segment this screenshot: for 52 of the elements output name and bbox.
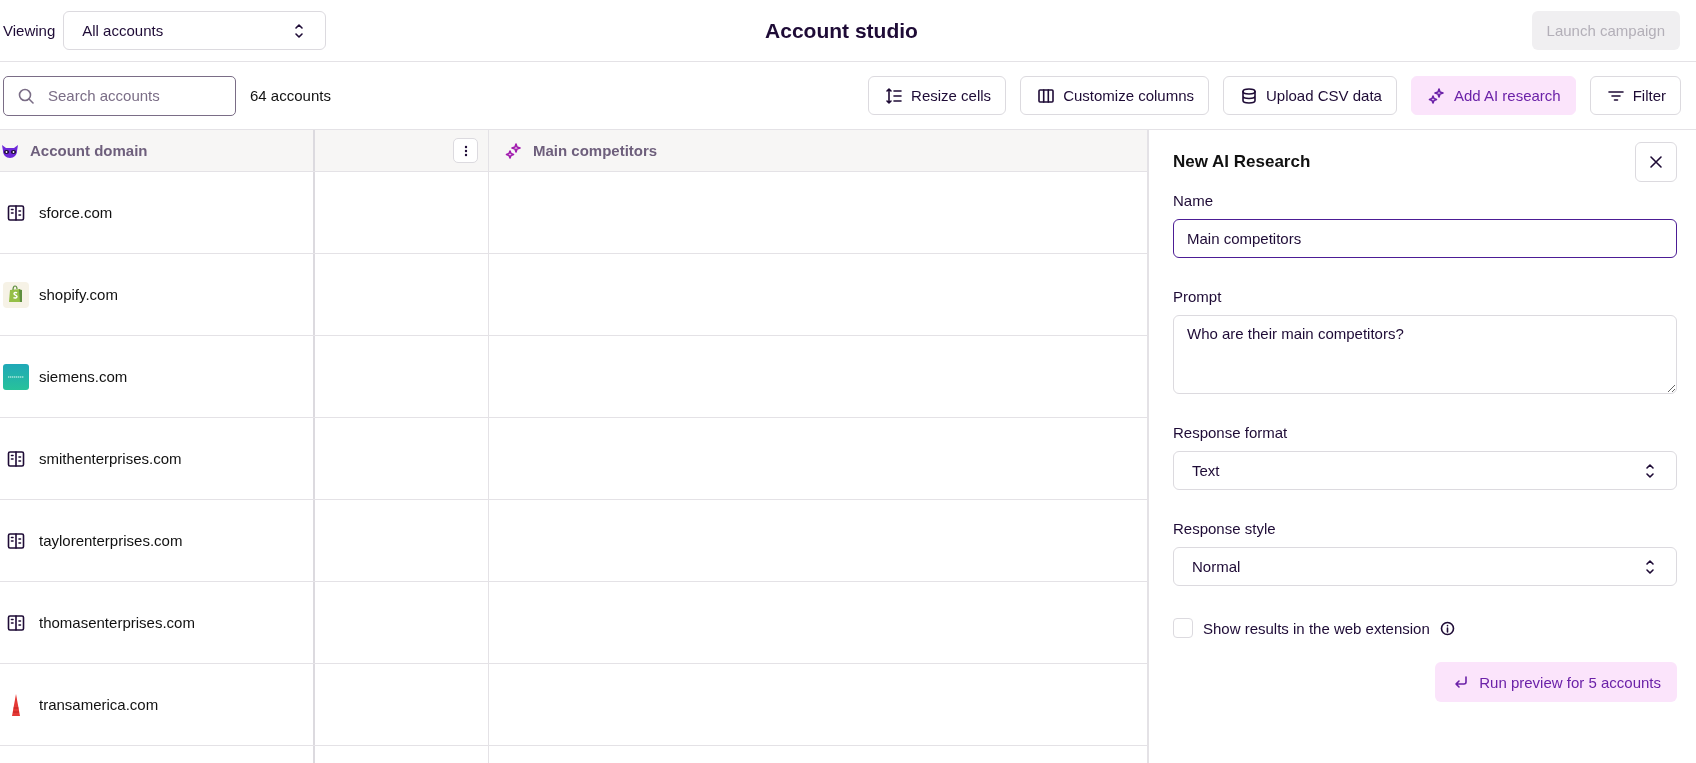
toolbar-button[interactable]: Add AI research — [1410, 76, 1576, 115]
field-label: Name — [1173, 192, 1214, 209]
account-domain: thomasenterprises.com — [39, 614, 195, 631]
run-preview-button[interactable]: Run preview for 5 accounts — [1435, 662, 1677, 702]
resize-icon — [885, 86, 904, 105]
columns-icon — [1037, 86, 1056, 105]
search-field[interactable]: Search accounts — [3, 75, 236, 116]
page-title: Account studio — [765, 18, 918, 43]
prompt-field[interactable]: Who are their main competitors? — [1173, 315, 1677, 394]
chevrons-icon — [1644, 461, 1656, 480]
building-icon — [6, 202, 26, 223]
building-icon — [6, 612, 26, 633]
toolbar-button[interactable]: Filter — [1589, 76, 1681, 115]
toolbar-button[interactable]: Upload CSV data — [1223, 76, 1397, 115]
checkbox[interactable] — [1173, 618, 1193, 638]
account-domain: sforce.com — [39, 204, 113, 221]
sparkle-icon — [505, 141, 523, 160]
search-icon — [17, 86, 35, 105]
building-icon — [6, 530, 26, 551]
column-menu-button[interactable] — [453, 138, 478, 163]
viewing-label: Viewing — [3, 22, 56, 39]
info-icon — [1439, 620, 1455, 636]
field-label: Prompt — [1173, 288, 1223, 305]
shopping-bag-icon — [3, 281, 29, 308]
chevrons-icon — [293, 21, 306, 40]
field-label: Response style — [1173, 520, 1277, 537]
account-domain: taylorenterprises.com — [39, 532, 183, 549]
chevrons-icon — [1644, 557, 1656, 576]
view-select[interactable]: All accounts — [63, 11, 327, 50]
return-arrow-icon — [1453, 674, 1470, 690]
close-button[interactable] — [1635, 142, 1677, 182]
toolbar-button[interactable]: Customize columns — [1020, 76, 1209, 115]
account-count: 64 accounts — [250, 87, 331, 104]
column-header-label: Account domain — [30, 142, 148, 159]
dots-icon — [463, 144, 468, 157]
database-icon — [1240, 86, 1258, 105]
toolbar-button[interactable]: Resize cells — [868, 76, 1007, 115]
name-field[interactable]: Main competitors — [1173, 219, 1677, 258]
account-domain: siemens.com — [39, 368, 128, 385]
dropdown[interactable]: Normal — [1173, 547, 1677, 586]
close-icon — [1649, 155, 1663, 169]
account-domain: transamerica.com — [39, 696, 159, 713]
dropdown[interactable]: Text — [1173, 451, 1677, 490]
building-icon — [6, 448, 26, 469]
panel-title: New AI Research — [1173, 152, 1311, 172]
account-domain: shopify.com — [39, 286, 118, 303]
sparkle-icon — [1427, 86, 1446, 105]
square-logo-icon — [3, 363, 29, 390]
checkbox-label: Show results in the web extension — [1203, 619, 1430, 637]
account-domain: smithenterprises.com — [39, 450, 182, 467]
field-label: Response format — [1173, 424, 1289, 441]
column-header-label: Main competitors — [533, 142, 658, 159]
